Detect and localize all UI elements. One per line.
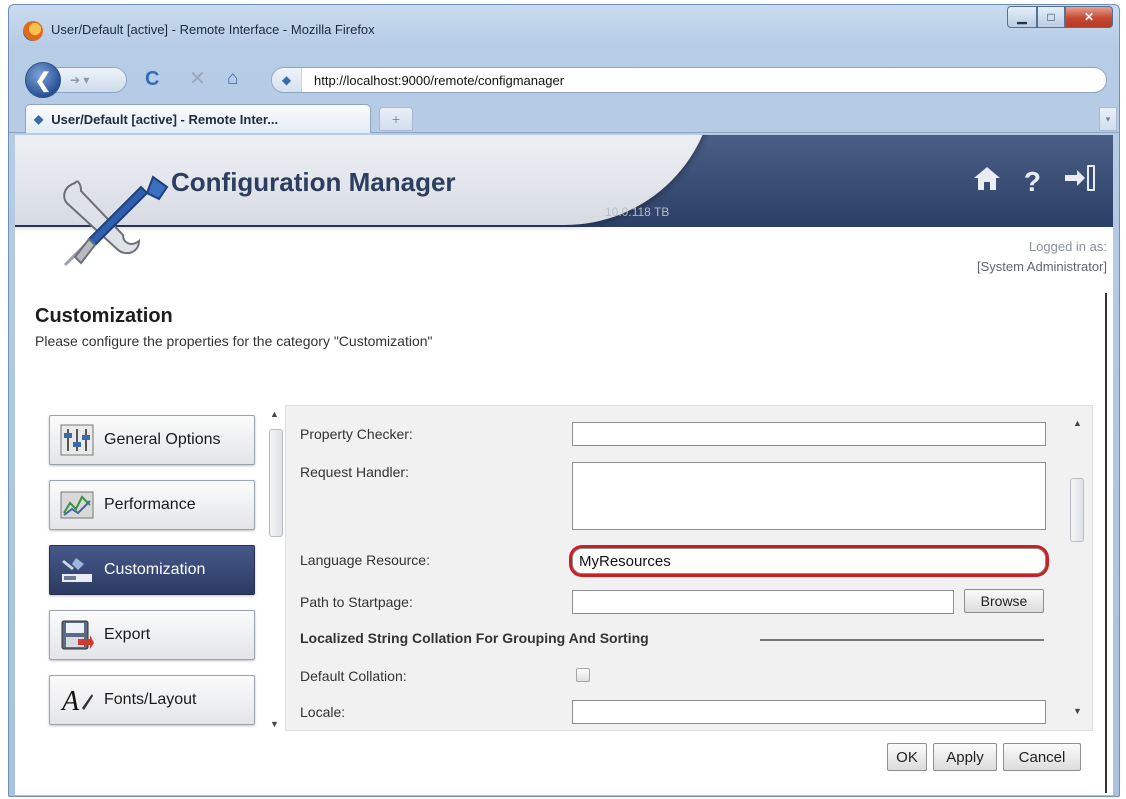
- window-controls: ▁ □ ✕: [1007, 6, 1113, 28]
- logout-icon[interactable]: [1063, 163, 1097, 201]
- nav-label: General Options: [104, 431, 221, 448]
- forward-button[interactable]: ➔ ▾: [55, 67, 127, 93]
- wrench-icon: [62, 558, 92, 582]
- scroll-down-icon[interactable]: ▼: [270, 719, 279, 729]
- nav-label: Export: [104, 626, 151, 643]
- svg-text:A: A: [60, 686, 80, 716]
- floppy-export-icon: [61, 620, 94, 650]
- cancel-button[interactable]: Cancel: [1003, 743, 1081, 771]
- app-version: 10.0.118 TB: [605, 205, 670, 219]
- request-handler-label: Request Handler:: [300, 464, 409, 480]
- scroll-thumb[interactable]: [1070, 478, 1084, 542]
- tab-strip: ◆ User/Default [active] - Remote Inter..…: [9, 101, 1119, 133]
- category-nav: General Options Performance Customizatio…: [41, 407, 285, 737]
- browser-tab[interactable]: ◆ User/Default [active] - Remote Inter..…: [25, 104, 371, 133]
- app-title: Configuration Manager: [171, 167, 456, 197]
- nav-customization[interactable]: Customization: [49, 545, 255, 595]
- close-button[interactable]: ✕: [1065, 6, 1113, 28]
- section-title: Customization: [35, 305, 173, 327]
- header-actions: ?: [972, 163, 1097, 201]
- locale-label: Locale:: [300, 704, 346, 720]
- properties-panel: Property Checker: Request Handler: Langu…: [285, 405, 1093, 731]
- language-resource-label: Language Resource:: [300, 552, 430, 568]
- page-content: Configuration Manager 10.0.118 TB ? Logg…: [15, 135, 1113, 795]
- startpage-path-label: Path to Startpage:: [300, 594, 413, 610]
- startpage-path-input[interactable]: [572, 590, 954, 614]
- nav-performance[interactable]: Performance: [49, 480, 255, 530]
- divider: [1105, 293, 1107, 793]
- scroll-up-icon[interactable]: ▲: [1073, 418, 1082, 428]
- nav-label: Performance: [104, 496, 196, 513]
- home-icon[interactable]: ⌂: [227, 67, 238, 91]
- site-identity-icon[interactable]: ◆: [272, 68, 302, 92]
- default-collation-checkbox[interactable]: [576, 668, 590, 682]
- firefox-icon: [23, 21, 43, 41]
- nav-label: Fonts/Layout: [104, 691, 197, 708]
- scroll-down-icon[interactable]: ▼: [1073, 706, 1082, 716]
- locale-input[interactable]: [572, 700, 1046, 724]
- tab-title: User/Default [active] - Remote Inter...: [51, 111, 279, 127]
- chart-icon: [60, 491, 94, 519]
- url-bar[interactable]: ◆ http://localhost:9000/remote/configman…: [271, 67, 1107, 93]
- browser-window: User/Default [active] - Remote Interface…: [8, 4, 1120, 797]
- ok-button[interactable]: OK: [887, 743, 927, 771]
- section-description: Please configure the properties for the …: [35, 333, 433, 349]
- back-button[interactable]: ❮: [25, 62, 61, 98]
- scroll-up-icon[interactable]: ▲: [270, 409, 279, 419]
- property-checker-input[interactable]: [572, 422, 1046, 446]
- nav-fonts-layout[interactable]: A Fonts/Layout: [49, 675, 255, 725]
- sliders-icon: [60, 424, 94, 456]
- window-title: User/Default [active] - Remote Interface…: [51, 22, 375, 37]
- font-icon: A: [60, 686, 93, 716]
- help-icon[interactable]: ?: [1024, 165, 1041, 199]
- property-checker-label: Property Checker:: [300, 426, 413, 442]
- app-header: Configuration Manager 10.0.118 TB ?: [15, 135, 1113, 227]
- title-bar: User/Default [active] - Remote Interface…: [9, 5, 1119, 55]
- maximize-button[interactable]: □: [1037, 6, 1065, 28]
- reload-icon[interactable]: C: [145, 67, 159, 91]
- url-text[interactable]: http://localhost:9000/remote/configmanag…: [302, 73, 564, 88]
- language-resource-input[interactable]: [572, 548, 1046, 574]
- minimize-button[interactable]: ▁: [1007, 6, 1037, 28]
- home-icon[interactable]: [972, 164, 1002, 200]
- nav-general-options[interactable]: General Options: [49, 415, 255, 465]
- properties-scrollbar[interactable]: ▲ ▼: [1068, 410, 1086, 726]
- collation-group-title: Localized String Collation For Grouping …: [300, 630, 649, 646]
- nav-scrollbar[interactable]: ▲ ▼: [265, 407, 285, 737]
- logged-in-label: Logged in as:: [1028, 239, 1107, 254]
- logged-in-user: [System Administrator]: [976, 259, 1107, 274]
- request-handler-textarea[interactable]: [572, 462, 1046, 530]
- apply-button[interactable]: Apply: [933, 743, 997, 771]
- nav-export[interactable]: Export: [49, 610, 255, 660]
- nav-label: Customization: [104, 561, 206, 578]
- navigation-bar: ➔ ▾ ❮ C ✕ ⌂ ◆ http://localhost:9000/remo…: [9, 55, 1119, 101]
- scroll-thumb[interactable]: [269, 429, 283, 537]
- browse-button[interactable]: Browse: [964, 589, 1044, 613]
- tab-list-button[interactable]: ▾: [1099, 107, 1117, 131]
- new-tab-button[interactable]: +: [379, 107, 413, 131]
- group-divider: [760, 639, 1044, 641]
- stop-icon[interactable]: ✕: [189, 67, 206, 91]
- tools-logo-icon: [63, 175, 169, 267]
- tab-favicon-icon: ◆: [34, 112, 44, 126]
- default-collation-label: Default Collation:: [300, 668, 407, 684]
